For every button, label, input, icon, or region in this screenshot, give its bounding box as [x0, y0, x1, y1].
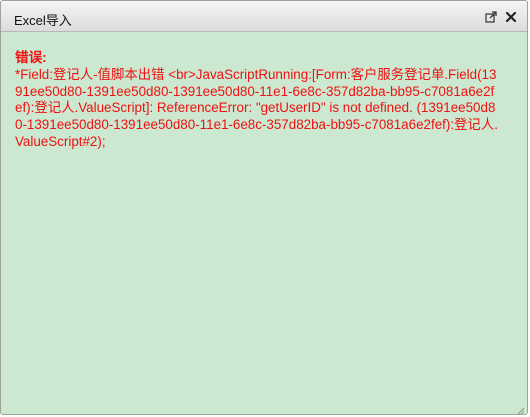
dialog-titlebar[interactable]: Excel导入 [1, 1, 527, 32]
excel-import-dialog: Excel导入 错误: *Field:登记人-值脚本出错 <br>JavaScr… [0, 0, 528, 415]
dialog-title: Excel导入 [14, 13, 72, 28]
close-icon[interactable] [504, 10, 518, 24]
external-window-icon[interactable] [484, 10, 498, 24]
error-message: *Field:登记人-值脚本出错 <br>JavaScriptRunning:[… [15, 66, 498, 149]
error-label: 错误: [15, 50, 47, 65]
resize-grip-icon[interactable] [515, 402, 525, 414]
error-content: 错误: *Field:登记人-值脚本出错 <br>JavaScriptRunni… [15, 50, 501, 151]
